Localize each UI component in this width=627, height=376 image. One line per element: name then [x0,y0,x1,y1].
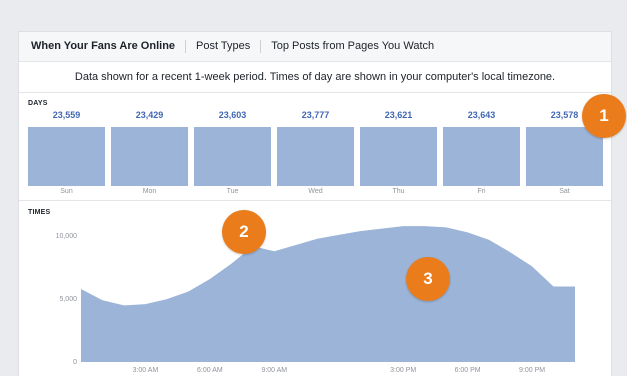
tab-bar: When Your Fans Are Online Post Types Top… [19,32,611,62]
times-section: TIMES 0 5,000 10,000 3:00 AM 6:00 AM 9:00 AM 3… [19,201,611,376]
times-area-chart[interactable]: 0 5,000 10,000 3:00 AM 6:00 AM 9:00 AM 3:00 PM… [19,201,613,376]
insights-panel: When Your Fans Are Online Post Types Top… [18,31,612,376]
day-label: Sun [60,188,73,195]
day-value: 23,777 [301,110,330,120]
days-label: DAYS [28,100,48,107]
x-tick-label: 3:00 PM [390,367,416,374]
tab-post-types[interactable]: Post Types [185,40,260,53]
day-column-fri[interactable]: 23,643 Fri [443,109,520,199]
tab-when-fans-online[interactable]: When Your Fans Are Online [31,40,185,53]
day-value: 23,621 [384,110,413,120]
y-tick-label: 0 [73,359,77,366]
x-tick-label: 3:00 AM [133,367,159,374]
day-bar[interactable] [526,127,603,186]
x-tick-label: 6:00 PM [455,367,481,374]
day-label: Wed [308,188,323,195]
day-value: 23,603 [218,110,247,120]
callout-badge-3: 3 [406,257,450,301]
day-column-mon[interactable]: 23,429 Mon [111,109,188,199]
callout-badge-1: 1 [582,94,626,138]
timezone-notice: Data shown for a recent 1-week period. T… [19,62,611,93]
day-value: 23,429 [135,110,164,120]
day-value: 23,559 [52,110,81,120]
callout-badge-2: 2 [222,210,266,254]
day-column-thu[interactable]: 23,621 Thu [360,109,437,199]
day-bar[interactable] [194,127,271,186]
day-bar[interactable] [28,127,105,186]
day-label: Tue [226,188,239,195]
day-bar[interactable] [360,127,437,186]
day-label: Thu [392,188,405,195]
day-column-wed[interactable]: 23,777 Wed [277,109,354,199]
y-tick-label: 5,000 [59,296,77,303]
days-section: DAYS 23,559 Sun 23,429 Mon 23,603 Tue 23… [19,93,611,201]
x-tick-label: 9:00 AM [261,367,287,374]
day-label: Fri [477,188,486,195]
times-area[interactable] [81,226,575,362]
day-bar[interactable] [111,127,188,186]
day-label: Sat [559,188,570,195]
day-column-sun[interactable]: 23,559 Sun [28,109,105,199]
y-tick-label: 10,000 [56,233,78,240]
tab-top-posts[interactable]: Top Posts from Pages You Watch [260,40,444,53]
day-bar[interactable] [443,127,520,186]
x-tick-label: 6:00 AM [197,367,223,374]
day-label: Mon [142,188,157,195]
x-tick-label: 9:00 PM [519,367,545,374]
day-bar[interactable] [277,127,354,186]
day-column-tue[interactable]: 23,603 Tue [194,109,271,199]
day-value: 23,643 [467,110,496,120]
